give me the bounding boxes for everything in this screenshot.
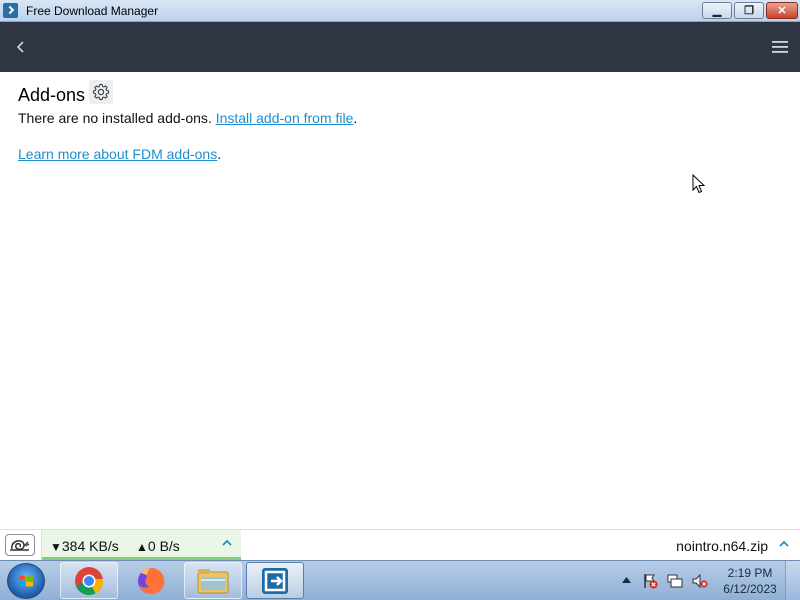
no-addons-message: There are no installed add-ons. Install … xyxy=(18,110,357,126)
show-hidden-icons-arrow-icon[interactable] xyxy=(622,576,631,584)
clock-time: 2:19 PM xyxy=(727,566,773,580)
system-clock[interactable]: 2:19 PM 6/12/2023 xyxy=(715,565,785,597)
free-download-manager-icon xyxy=(262,567,288,594)
window-titlebar[interactable]: Free Download Manager ▁ ❐ ✕ xyxy=(0,0,800,22)
snail-icon xyxy=(10,540,30,551)
firefox-icon xyxy=(138,567,165,594)
no-addons-text: There are no installed add-ons. xyxy=(18,110,216,126)
download-speed: ▼384 KB/s xyxy=(50,538,119,554)
status-bar: ▼384 KB/s ▲0 B/s nointro.n64.zip xyxy=(0,529,800,560)
upload-arrow-icon: ▲ xyxy=(136,540,148,554)
volume-muted-icon[interactable] xyxy=(692,573,708,589)
window-title: Free Download Manager xyxy=(26,4,159,18)
gear-icon xyxy=(93,84,109,100)
minimize-icon: ▁ xyxy=(712,5,722,17)
taskbar-chrome-button[interactable] xyxy=(60,562,118,599)
mouse-cursor-icon xyxy=(692,174,706,194)
windows-logo-icon xyxy=(19,575,33,587)
file-explorer-icon xyxy=(197,568,229,593)
speed-panel[interactable]: ▼384 KB/s ▲0 B/s xyxy=(41,530,241,560)
fdm-app-icon xyxy=(3,3,18,18)
start-button[interactable] xyxy=(7,563,45,599)
learn-more-row: Learn more about FDM add-ons. xyxy=(18,146,221,162)
taskbar-fdm-button[interactable] xyxy=(246,562,304,599)
addons-settings-gear-icon[interactable] xyxy=(89,80,113,104)
chrome-icon xyxy=(75,566,104,595)
period-text: . xyxy=(217,146,222,162)
maximize-icon: ❐ xyxy=(744,5,754,17)
windows-taskbar: 2:19 PM 6/12/2023 xyxy=(0,560,800,600)
maximize-button[interactable]: ❐ xyxy=(734,2,764,19)
app-header xyxy=(0,22,800,72)
hamburger-menu-icon[interactable] xyxy=(770,39,790,55)
download-speed-value: 384 KB/s xyxy=(61,538,119,554)
taskbar-firefox-button[interactable] xyxy=(122,562,180,599)
upload-speed: ▲0 B/s xyxy=(136,538,180,554)
show-desktop-button[interactable] xyxy=(785,561,800,600)
close-icon: ✕ xyxy=(777,5,787,17)
upload-speed-value: 0 B/s xyxy=(147,538,180,554)
learn-more-link[interactable]: Learn more about FDM add-ons xyxy=(18,146,217,162)
taskbar-explorer-button[interactable] xyxy=(184,562,242,599)
period-text: . xyxy=(353,110,358,126)
minimize-button[interactable]: ▁ xyxy=(702,2,732,19)
snail-mode-button[interactable] xyxy=(5,534,35,556)
install-addon-link[interactable]: Install add-on from file xyxy=(216,110,354,126)
downloads-expand-chevron-icon[interactable] xyxy=(778,538,790,550)
page-title: Add-ons xyxy=(18,85,86,105)
network-icon[interactable] xyxy=(667,573,683,589)
close-button[interactable]: ✕ xyxy=(766,2,798,19)
download-arrow-icon: ▼ xyxy=(50,540,62,554)
action-center-flag-icon[interactable] xyxy=(642,573,658,589)
current-download-filename[interactable]: nointro.n64.zip xyxy=(676,538,768,554)
speed-expand-chevron-icon[interactable] xyxy=(221,537,233,549)
back-arrow-icon[interactable] xyxy=(12,38,30,56)
clock-date: 6/12/2023 xyxy=(723,582,777,596)
